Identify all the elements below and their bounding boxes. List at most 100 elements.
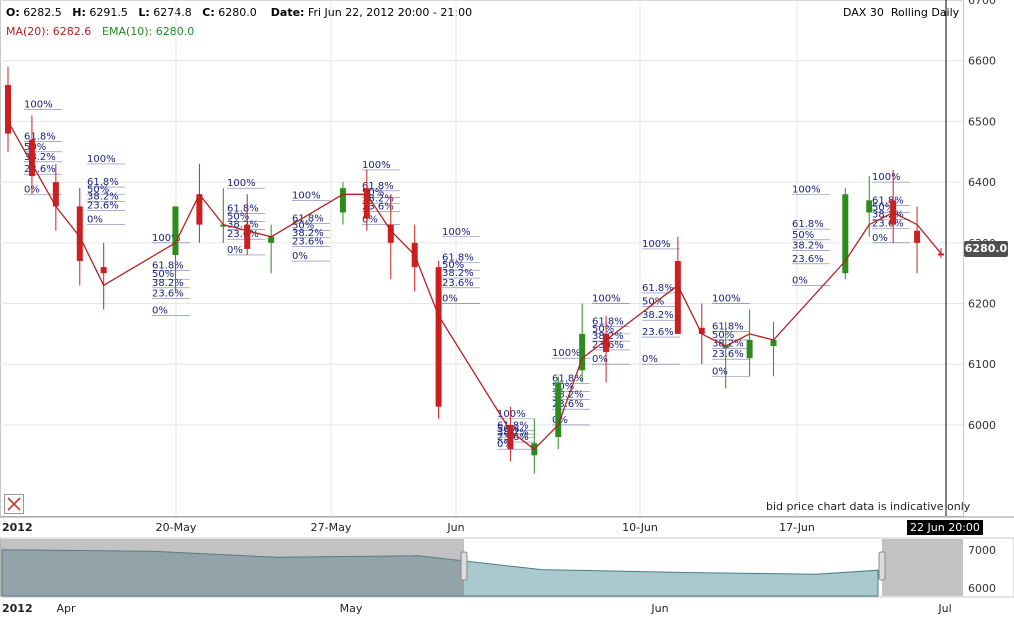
y-tick-label: 6000 bbox=[968, 419, 996, 432]
fib-level-label: 100% bbox=[552, 348, 581, 359]
fib-level-label: 0% bbox=[442, 294, 458, 305]
candle-body bbox=[244, 224, 251, 249]
fib-level-label: 23.6% bbox=[87, 200, 119, 211]
candle bbox=[579, 303, 586, 383]
candle bbox=[196, 163, 203, 243]
fib-retracement: 100%61.8%50%38.2%23.6%0% bbox=[712, 294, 750, 377]
fib-level-label: 0% bbox=[292, 251, 308, 262]
fib-level-label: 38.2% bbox=[152, 278, 184, 289]
candle bbox=[5, 66, 11, 152]
candle bbox=[411, 224, 418, 292]
fib-level-label: 0% bbox=[87, 215, 103, 226]
navigator-shade-left bbox=[0, 539, 464, 596]
fib-level-label: 23.6% bbox=[292, 237, 324, 248]
candle bbox=[339, 182, 346, 225]
fib-level-label: 100% bbox=[227, 178, 256, 189]
fib-level-label: 23.6% bbox=[712, 349, 744, 360]
fib-level-label: 23.6% bbox=[227, 229, 259, 240]
fib-level-label: 100% bbox=[792, 184, 821, 195]
fib-retracement: 100% 61.8%50%38.2% 23.6% 0% bbox=[792, 184, 830, 286]
fib-level-label: 0% bbox=[152, 306, 168, 317]
fib-retracement: 100%61.8%50%38.2%23.6%0% bbox=[642, 239, 680, 365]
fib-retracement: 100%61.8%50%38.2%23.6%0% bbox=[497, 409, 535, 450]
fib-level-label: 38.2% bbox=[642, 310, 674, 321]
x-tick-label: 20-May bbox=[156, 521, 197, 534]
candle-body bbox=[268, 236, 275, 243]
y-tick-label: 6500 bbox=[968, 115, 996, 128]
fib-level-label: 50% bbox=[792, 230, 814, 241]
candle bbox=[770, 321, 777, 377]
candle bbox=[914, 206, 921, 274]
fib-level-label: 0% bbox=[872, 233, 888, 244]
candle-body bbox=[938, 253, 944, 256]
candle bbox=[555, 376, 562, 450]
y-tick-label: 6700 bbox=[968, 0, 996, 7]
navigator-year-label: 2012 bbox=[2, 602, 33, 615]
price-chart[interactable]: 100%61.8%50%38.2%23.6%0%100%61.8%50%38.2… bbox=[0, 0, 1014, 619]
candle-body bbox=[746, 339, 753, 359]
candle-body bbox=[603, 333, 610, 353]
fib-level-label: 100% bbox=[292, 190, 321, 201]
fib-level-label: 100% bbox=[24, 99, 53, 110]
fib-level-label: 0% bbox=[227, 245, 243, 256]
fib-level-label: 100% bbox=[592, 294, 621, 305]
fib-level-label: 0% bbox=[792, 275, 808, 286]
x-tick-label: 17-Jun bbox=[779, 521, 815, 534]
candle-body bbox=[914, 230, 921, 243]
cursor-time-tag: 22 Jun 20:00 bbox=[907, 520, 983, 535]
candle-body bbox=[555, 382, 562, 438]
disclaimer-text: bid price chart data is indicative only bbox=[766, 500, 971, 513]
fib-retracement: 100%61.8%50%38.2%23.6%0% bbox=[292, 190, 330, 262]
fib-retracement: 100%61.8%50%38.2%23.6%0% bbox=[592, 294, 630, 365]
fib-retracement: 100%61.8%50%38.2%23.6%0% bbox=[87, 154, 125, 226]
last-price-tag: 6280.0 bbox=[964, 241, 1008, 257]
fib-level-label: 23.6% bbox=[24, 164, 56, 175]
candle-body bbox=[363, 188, 370, 219]
fib-level-label: 23.6% bbox=[792, 254, 824, 265]
fib-level-label: 100% bbox=[497, 409, 526, 420]
fib-level-label: 100% bbox=[712, 294, 741, 305]
candle bbox=[842, 188, 849, 280]
navigator-x-label: May bbox=[340, 602, 363, 615]
fib-level-label: 100% bbox=[872, 172, 901, 183]
y-tick-label: 6400 bbox=[968, 176, 996, 189]
navigator-x-label: Jul bbox=[937, 602, 951, 615]
fib-retracement: 100%61.8%50%38.2%23.6%0% bbox=[442, 227, 480, 305]
navigator-handle[interactable] bbox=[460, 551, 468, 581]
y-tick-label: 6200 bbox=[968, 298, 996, 311]
fibonacci-annotations: 100%61.8%50%38.2%23.6%0%100%61.8%50%38.2… bbox=[24, 99, 910, 450]
candle-body bbox=[28, 139, 35, 177]
year-label: 2012 bbox=[2, 521, 33, 534]
fib-level-label: 23.6% bbox=[152, 288, 184, 299]
navigator-x-label: Jun bbox=[650, 602, 668, 615]
candle-body bbox=[435, 267, 442, 407]
candle bbox=[435, 261, 442, 419]
candle bbox=[746, 309, 753, 377]
navigator-x-label: Apr bbox=[56, 602, 76, 615]
fib-level-label: 100% bbox=[442, 227, 471, 238]
candle-body bbox=[866, 200, 873, 213]
candle bbox=[100, 242, 107, 310]
navigator-shade-right bbox=[882, 539, 963, 596]
x-tick-label: Jun bbox=[446, 521, 464, 534]
candle-body bbox=[100, 267, 107, 274]
candle-body bbox=[674, 261, 681, 334]
fib-level-label: 100% bbox=[362, 160, 391, 171]
y-tick-label: 6600 bbox=[968, 55, 996, 68]
fib-level-label: 38.2% bbox=[792, 241, 824, 252]
candle bbox=[220, 188, 227, 243]
candle-body bbox=[770, 339, 777, 347]
fib-level-label: 61.8% bbox=[792, 219, 824, 230]
fib-level-label: 0% bbox=[592, 354, 608, 365]
close-x-icon[interactable] bbox=[4, 494, 24, 514]
y-tick-label: 6100 bbox=[968, 358, 996, 371]
navigator-handle[interactable] bbox=[878, 551, 886, 581]
navigator: 6000 7000 2012 Apr May Jun Jul bbox=[0, 537, 1014, 615]
x-tick-label: 27-May bbox=[311, 521, 352, 534]
fib-level-label: 100% bbox=[87, 154, 116, 165]
fib-level-label: 23.6% bbox=[642, 327, 674, 338]
fib-level-label: 100% bbox=[642, 239, 671, 250]
x-tick-label: 10-Jun bbox=[622, 521, 658, 534]
fib-level-label: 23.6% bbox=[442, 278, 474, 289]
candle bbox=[268, 224, 275, 274]
